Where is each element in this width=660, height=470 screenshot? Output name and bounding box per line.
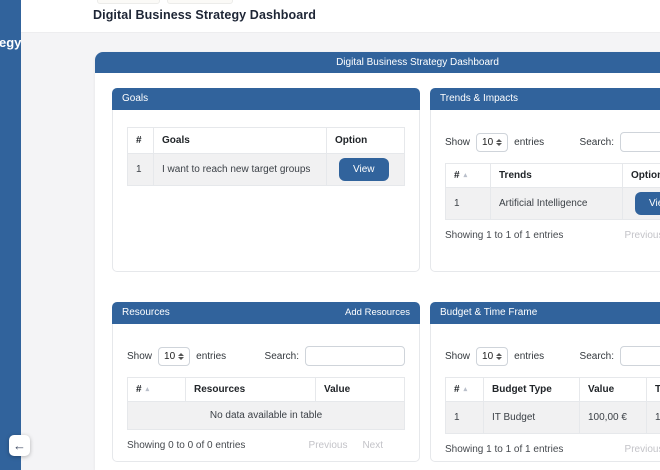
resources-col-resources[interactable]: Resources [186, 378, 316, 402]
page-length-select[interactable]: 10 [476, 347, 508, 366]
budget-col-timeframe[interactable]: Time Frame [647, 378, 660, 402]
search-label: Search: [580, 351, 614, 362]
select-spinner-icon [178, 353, 184, 360]
show-label: Show [127, 351, 152, 362]
dashboard-banner-title: Digital Business Strategy Dashboard [95, 52, 660, 73]
resources-col-value[interactable]: Value [316, 378, 405, 402]
dashboard-card: Digital Business Strategy Dashboard Goal… [95, 52, 660, 470]
cutoff-box-right [167, 0, 233, 4]
select-spinner-icon [496, 139, 502, 146]
budget-panel-title: Budget & Time Frame [440, 302, 537, 324]
resources-table: #▴ Resources Value No data available in … [127, 377, 405, 430]
budget-panel-body: Show 10 entries Search: #▴ B [430, 324, 660, 462]
show-label: Show [445, 351, 470, 362]
trends-col-num[interactable]: #▴ [446, 164, 491, 188]
next-button[interactable]: Next [362, 440, 383, 451]
goal-row-num: 1 [128, 154, 154, 186]
trend-row-num: 1 [446, 188, 491, 220]
page-length-select[interactable]: 10 [476, 133, 508, 152]
sidebar: egy [0, 0, 21, 470]
budget-col-type[interactable]: Budget Type [484, 378, 580, 402]
budget-row-value: 100,00 € [580, 402, 647, 434]
table-row: 1 I want to reach new target groups View [128, 154, 405, 186]
table-row: 1 IT Budget 100,00 € 1 Years [446, 402, 660, 434]
trends-panel: Trends & Impacts Show 10 entries Search: [430, 88, 660, 272]
entries-label: entries [514, 351, 544, 362]
budget-row-timeframe: 1 Years [647, 402, 660, 434]
resources-col-num[interactable]: #▴ [128, 378, 186, 402]
goals-panel-title: Goals [122, 88, 148, 110]
budget-col-num[interactable]: #▴ [446, 378, 484, 402]
previous-button[interactable]: Previous [309, 440, 348, 451]
sort-asc-icon: ▴ [464, 172, 468, 179]
show-label: Show [445, 137, 470, 148]
resources-panel: Resources Add Resources Show 10 entries … [112, 302, 420, 462]
trends-search-input[interactable] [620, 132, 660, 152]
goals-panel-body: # Goals Option 1 I want to reach new tar… [112, 110, 420, 272]
trends-panel-title: Trends & Impacts [440, 88, 518, 110]
resources-panel-body: Show 10 entries Search: #▴ R [112, 324, 420, 462]
sort-asc-icon: ▴ [464, 386, 468, 393]
trends-table: #▴ Trends Option 1 Artificial Intelligen… [445, 163, 660, 220]
trends-col-trends[interactable]: Trends [491, 164, 623, 188]
search-label: Search: [265, 351, 299, 362]
budget-row-type: IT Budget [484, 402, 580, 434]
sort-asc-icon: ▴ [146, 386, 150, 393]
top-header: Digital Business Strategy Dashboard [21, 0, 660, 33]
page-title: Digital Business Strategy Dashboard [93, 8, 316, 22]
goal-row-text: I want to reach new target groups [154, 154, 327, 186]
goals-col-num: # [128, 128, 154, 154]
trends-col-option: Option [623, 164, 660, 188]
sidebar-collapse-button[interactable]: ← [9, 435, 30, 456]
budget-table: #▴ Budget Type Value Time Frame 1 IT Bud… [445, 377, 660, 434]
search-label: Search: [580, 137, 614, 148]
trends-summary: Showing 1 to 1 of 1 entries [445, 230, 563, 241]
entries-label: entries [196, 351, 226, 362]
select-spinner-icon [496, 353, 502, 360]
budget-row-num: 1 [446, 402, 484, 434]
add-resources-button[interactable]: Add Resources [345, 302, 410, 324]
entries-label: entries [514, 137, 544, 148]
sidebar-brand-text: egy [0, 35, 21, 50]
goals-col-goals: Goals [154, 128, 327, 154]
resources-summary: Showing 0 to 0 of 0 entries [127, 440, 245, 451]
empty-row: No data available in table [128, 402, 405, 430]
resources-search-input[interactable] [305, 346, 405, 366]
trend-view-button[interactable]: View [635, 192, 660, 215]
budget-panel: Budget & Time Frame Show 10 entries Sear… [430, 302, 660, 462]
budget-summary: Showing 1 to 1 of 1 entries [445, 444, 563, 455]
page-length-select[interactable]: 10 [158, 347, 190, 366]
goal-view-button[interactable]: View [339, 158, 389, 181]
cutoff-box-left [97, 0, 160, 4]
trends-panel-body: Show 10 entries Search: #▴ T [430, 110, 660, 272]
table-row: 1 Artificial Intelligence View [446, 188, 660, 220]
goals-panel: Goals # Goals Option 1 I want to reach n… [112, 88, 420, 272]
budget-col-value[interactable]: Value [580, 378, 647, 402]
empty-table-message: No data available in table [128, 402, 405, 430]
budget-search-input[interactable] [620, 346, 660, 366]
previous-button[interactable]: Previous [625, 230, 660, 241]
goals-table: # Goals Option 1 I want to reach new tar… [127, 127, 405, 186]
goals-col-option: Option [327, 128, 405, 154]
arrow-left-icon: ← [13, 438, 26, 453]
trend-row-text: Artificial Intelligence [491, 188, 623, 220]
previous-button[interactable]: Previous [625, 444, 660, 455]
resources-panel-title: Resources [122, 302, 170, 324]
